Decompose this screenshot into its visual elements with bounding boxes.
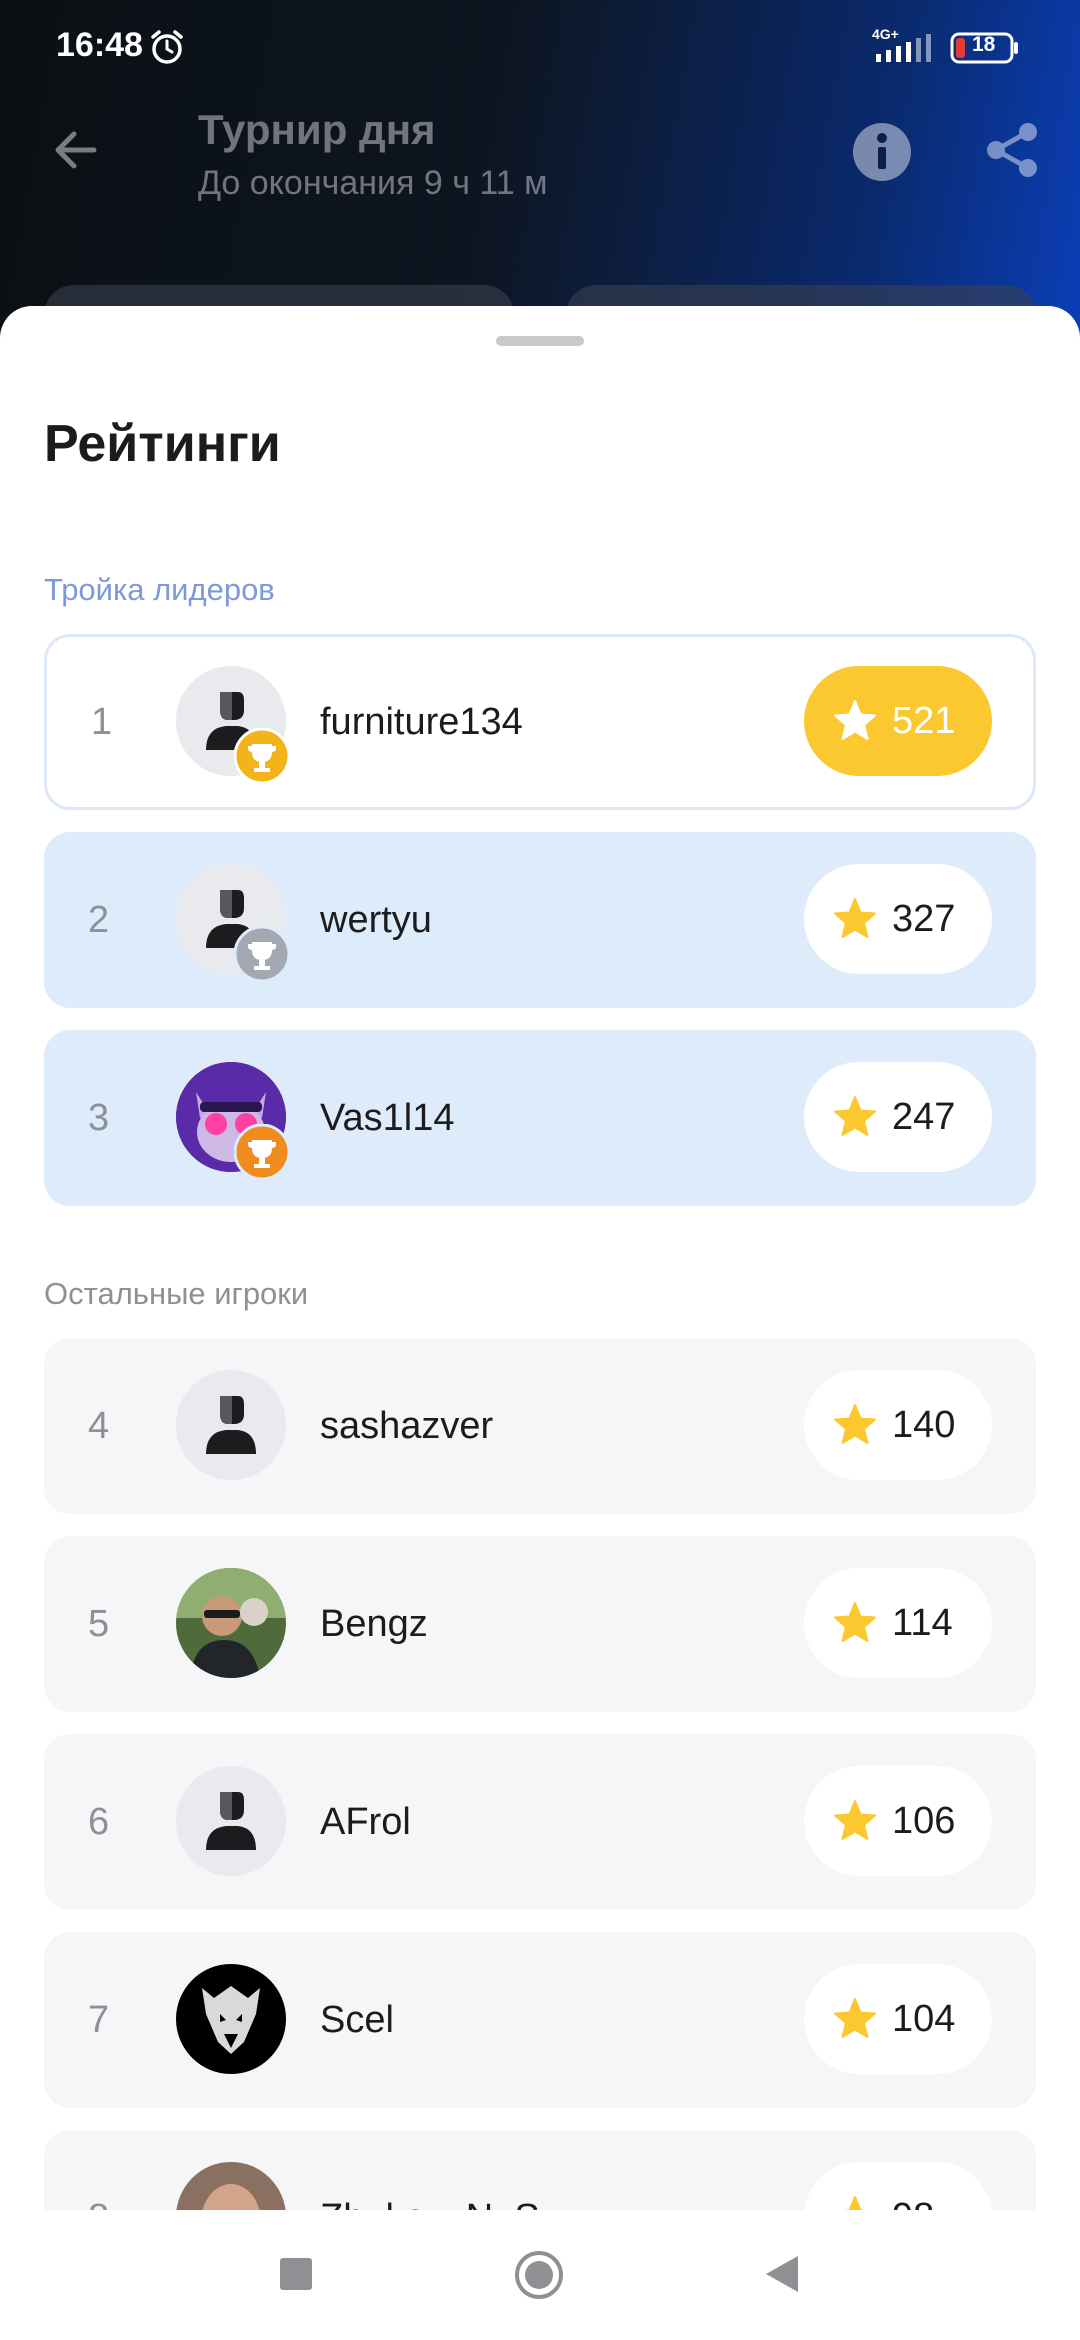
player-name: Zhukov_N_S — [320, 2130, 540, 2210]
player-row[interactable]: 6 AFrol 106 — [44, 1734, 1036, 1910]
score-badge: 140 — [804, 1370, 992, 1480]
rank-number: 6 — [88, 1801, 110, 1843]
tournament-countdown: До окончания 9 ч 11 м — [198, 164, 548, 202]
score-value: 114 — [892, 1602, 953, 1644]
rank-number: 7 — [88, 1999, 110, 2041]
drag-handle[interactable] — [496, 336, 584, 346]
rank-number: 5 — [88, 1603, 110, 1645]
star-icon — [842, 2196, 868, 2210]
others-section-label: Остальные игроки — [44, 1276, 309, 1311]
leader-row[interactable]: 2 wertyu 327 — [44, 832, 1036, 1008]
share-icon[interactable] — [984, 122, 1040, 178]
back-triangle-icon[interactable] — [762, 2252, 802, 2296]
player-name: wertyu — [320, 899, 432, 941]
star-icon — [834, 1404, 876, 1444]
bronze-cup-badge-icon — [234, 1124, 290, 1180]
recent-apps-icon[interactable] — [278, 2256, 314, 2292]
top-app-bar: Турнир дня До окончания 9 ч 11 м — [0, 100, 1080, 300]
score-badge: 106 — [804, 1766, 992, 1876]
star-icon — [834, 700, 876, 740]
battery-level: 18 — [972, 33, 996, 56]
avatar — [176, 1766, 286, 1876]
score-value: 106 — [892, 1800, 956, 1842]
score-badge: 104 — [804, 1964, 992, 2074]
player-name: Scel — [320, 1999, 394, 2041]
player-name: Vas1l14 — [320, 1097, 455, 1139]
score-value: 521 — [892, 700, 956, 742]
player-row[interactable]: 4 sashazver 140 — [44, 1338, 1036, 1514]
system-navigation-bar — [0, 2210, 1080, 2340]
star-icon — [834, 1800, 876, 1840]
rank-number: 1 — [91, 701, 113, 743]
score-value: 327 — [892, 898, 956, 940]
gold-cup-badge-icon — [234, 728, 290, 784]
alarm-icon — [151, 30, 183, 64]
man-photo-avatar — [176, 1568, 286, 1678]
score-value: 140 — [892, 1404, 956, 1446]
star-icon — [834, 1602, 876, 1642]
player-row[interactable]: 8 Zhukov_N_S 98 — [44, 2130, 1036, 2210]
score-badge: 327 — [804, 864, 992, 974]
player-name: AFrol — [320, 1801, 411, 1843]
tournament-title: Турнир дня — [198, 106, 436, 153]
star-icon — [834, 1998, 876, 2038]
star-icon — [834, 898, 876, 938]
rank-number: 2 — [88, 899, 110, 941]
avatar — [176, 1964, 286, 2074]
avatar — [176, 2162, 286, 2210]
rank-number: 3 — [88, 1097, 110, 1139]
wolf-emblem-avatar — [176, 1964, 286, 2074]
score-badge: 98 — [804, 2162, 992, 2210]
avatar — [176, 1370, 286, 1480]
leader-row[interactable]: 3 Vas1l14 247 — [44, 1030, 1036, 1206]
player-name: furniture134 — [320, 701, 523, 743]
rank-number: 8 — [88, 2130, 109, 2210]
info-icon[interactable] — [852, 122, 912, 182]
sheet-title: Рейтинги — [44, 415, 281, 473]
score-badge: 521 — [804, 666, 992, 776]
silver-cup-badge-icon — [234, 926, 290, 982]
score-badge: 247 — [804, 1062, 992, 1172]
score-value: 247 — [892, 1096, 956, 1138]
player-name: Bengz — [320, 1603, 428, 1645]
score-value: 104 — [892, 1998, 956, 2040]
leader-row[interactable]: 1 furniture134 521 — [44, 634, 1036, 810]
back-arrow-icon[interactable] — [48, 122, 104, 178]
ratings-bottom-sheet: Рейтинги Тройка лидеров 1 furniture134 5… — [0, 306, 1080, 2210]
player-row[interactable]: 7 Scel 104 — [44, 1932, 1036, 2108]
status-time: 16:48 — [56, 26, 143, 64]
score-badge: 114 — [804, 1568, 992, 1678]
default-user-icon — [176, 1370, 286, 1480]
leaders-section-label: Тройка лидеров — [44, 572, 275, 607]
player-row[interactable]: 5 Bengz 114 — [44, 1536, 1036, 1712]
default-user-icon — [176, 1766, 286, 1876]
signal-icon — [876, 34, 931, 62]
face-photo-avatar — [176, 2162, 286, 2210]
tournament-screen-background: 16:48 4G+ 18 Турнир дня До окончания 9 ч… — [0, 0, 1080, 345]
status-bar: 16:48 4G+ 18 — [0, 0, 1080, 96]
home-icon[interactable] — [514, 2250, 564, 2300]
score-value: 98 — [892, 2162, 934, 2210]
star-icon — [834, 1096, 876, 1136]
avatar — [176, 1568, 286, 1678]
rank-number: 4 — [88, 1405, 110, 1447]
player-name: sashazver — [320, 1405, 494, 1447]
